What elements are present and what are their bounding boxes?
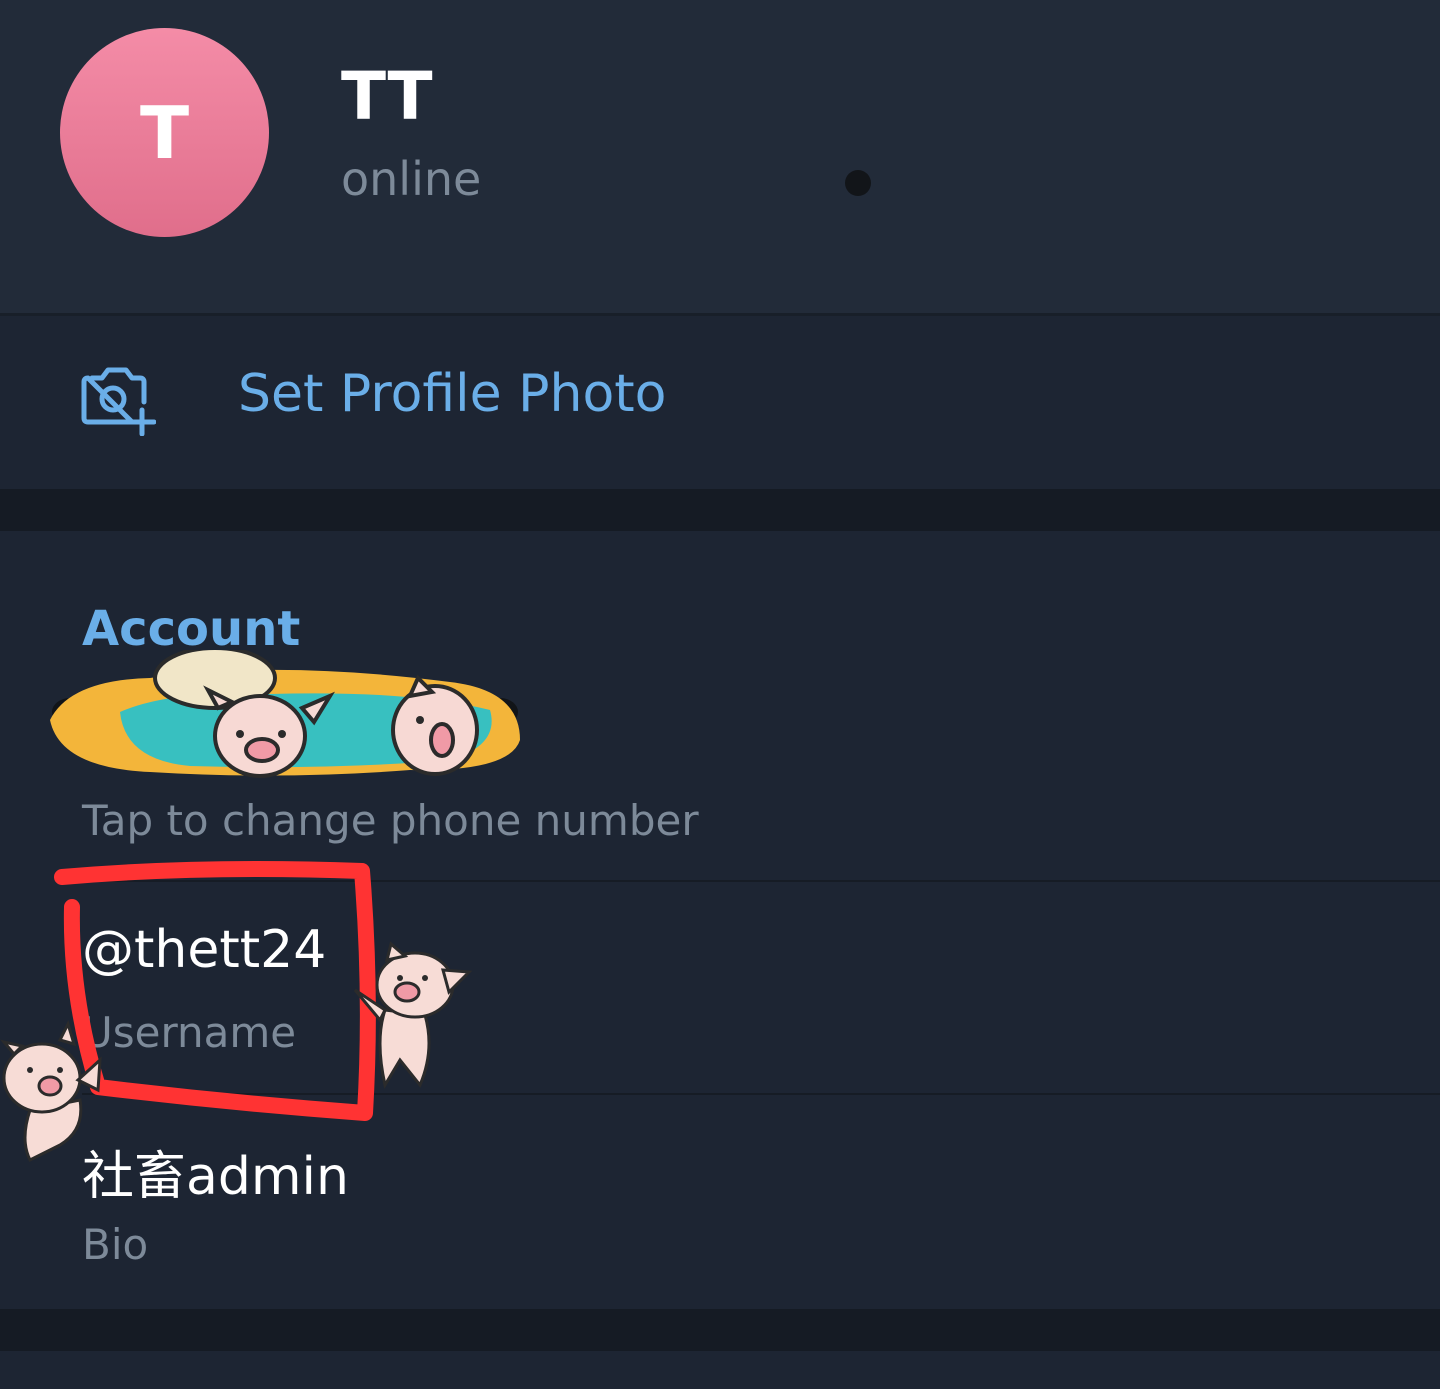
avatar[interactable]: T	[60, 28, 269, 237]
profile-settings-screen: T TT online Set Profile Photo Account Ta…	[0, 0, 1440, 1389]
set-profile-photo-row[interactable]	[0, 316, 1440, 489]
section-gap	[0, 489, 1440, 531]
set-profile-photo-label[interactable]: Set Profile Photo	[238, 364, 666, 424]
next-section	[0, 1351, 1440, 1389]
avatar-letter: T	[139, 90, 190, 175]
bio-value[interactable]: 社畜admin	[82, 1134, 349, 1209]
camera-add-icon[interactable]	[80, 364, 156, 436]
profile-header: T TT online	[0, 0, 1440, 313]
pig-sticker	[0, 1020, 102, 1163]
bio-label: Bio	[82, 1220, 149, 1269]
phone-hint[interactable]: Tap to change phone number	[82, 796, 699, 845]
section-gap	[0, 1309, 1440, 1351]
account-section-title: Account	[82, 601, 301, 657]
dust-dot	[845, 170, 871, 196]
pig-sticker	[353, 941, 473, 1089]
profile-status: online	[341, 152, 482, 206]
profile-name: TT	[341, 58, 433, 135]
pig-sticker-cover	[50, 650, 520, 778]
